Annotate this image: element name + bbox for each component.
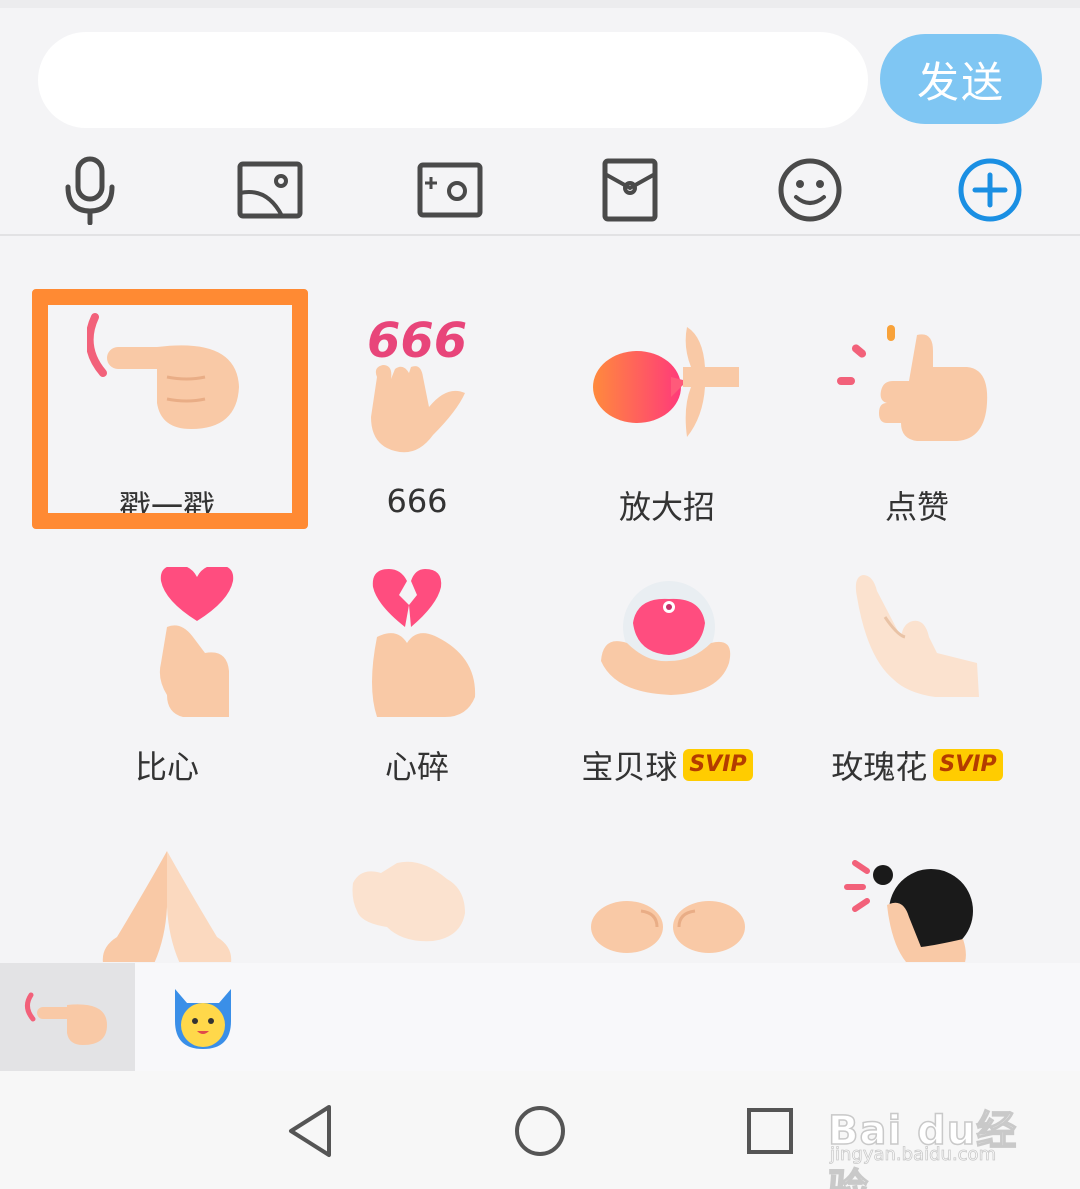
sticker-label: 宝贝球 SVIP	[542, 742, 792, 788]
pinching-hand-icon	[337, 827, 497, 962]
camera-icon[interactable]	[410, 150, 490, 230]
rose-hand-icon	[837, 567, 997, 717]
sticker-label: 心碎	[384, 748, 449, 786]
sticker-item[interactable]: 宝贝球 SVIP	[542, 527, 792, 787]
head-pat-icon	[837, 827, 997, 962]
sticker-item[interactable]: 心碎	[292, 527, 542, 787]
devil-cat-pack-icon	[174, 989, 231, 1049]
chat-input-panel: 发送 戳一戳 666 666 放大招 点赞 比心 心碎 宝贝球 SVIP 玫瑰花…	[0, 0, 1080, 1189]
broken-heart-icon	[337, 567, 497, 717]
sticker-label: 玫瑰花 SVIP	[792, 742, 1042, 788]
baidu-jingyan-watermark: Bai du经验 jingyan.baidu.com	[827, 1078, 1028, 1189]
sticker-label: 666	[386, 482, 448, 520]
sticker-label-text: 玫瑰花	[831, 748, 928, 786]
watermark-url: jingyan.baidu.com	[830, 1144, 997, 1166]
svg-text:666: 666	[367, 313, 467, 369]
cupped-hands-icon	[587, 827, 747, 962]
sticker-item[interactable]	[292, 787, 542, 962]
sticker-label: 点赞	[884, 488, 949, 526]
sticker-item[interactable]	[42, 787, 292, 962]
home-icon[interactable]	[508, 1099, 572, 1163]
sticker-item[interactable]	[542, 787, 792, 962]
poke-hand-icon	[85, 307, 247, 457]
pack-tab-devil-cat[interactable]	[135, 963, 270, 1071]
thumbs-up-icon	[837, 307, 997, 457]
sticker-label: 比心	[134, 748, 199, 786]
sticker-item[interactable]	[792, 787, 1042, 962]
back-icon[interactable]	[278, 1099, 342, 1163]
sticker-item[interactable]: 戳一戳	[42, 267, 292, 527]
sticker-label: 放大招	[618, 488, 715, 526]
emoji-icon[interactable]	[770, 150, 850, 230]
send-button[interactable]: 发送	[880, 34, 1042, 124]
sticker-grid: 戳一戳 666 666 放大招 点赞 比心 心碎 宝贝球 SVIP 玫瑰花 SV…	[0, 237, 1080, 962]
sticker-pack-bar	[0, 963, 1080, 1071]
fireball-hands-icon	[587, 307, 747, 457]
top-divider	[0, 0, 1080, 8]
sticker-label: 戳一戳	[118, 488, 215, 526]
message-input[interactable]	[38, 32, 868, 128]
svip-badge: SVIP	[683, 749, 753, 781]
finger-heart-icon	[87, 565, 247, 717]
baby-ball-icon	[587, 567, 747, 717]
sticker-item[interactable]: 放大招	[542, 267, 792, 527]
sticker-item[interactable]: 666 666	[292, 267, 542, 527]
input-toolbar	[0, 140, 1080, 236]
poke-hand-pack-icon	[24, 992, 107, 1045]
red-packet-icon[interactable]	[590, 150, 670, 230]
sticker-item[interactable]: 比心	[42, 527, 292, 787]
six-six-six-hand-icon: 666	[337, 307, 497, 457]
praying-hands-icon	[87, 827, 247, 962]
image-icon[interactable]	[230, 150, 310, 230]
recents-icon[interactable]	[738, 1099, 802, 1163]
microphone-icon[interactable]	[50, 150, 130, 230]
sticker-item[interactable]: 点赞	[792, 267, 1042, 527]
plus-icon[interactable]	[950, 150, 1030, 230]
sticker-label-text: 宝贝球	[581, 748, 678, 786]
svip-badge: SVIP	[933, 749, 1003, 781]
sticker-item[interactable]: 玫瑰花 SVIP	[792, 527, 1042, 787]
pack-tab-poke[interactable]	[0, 963, 135, 1071]
